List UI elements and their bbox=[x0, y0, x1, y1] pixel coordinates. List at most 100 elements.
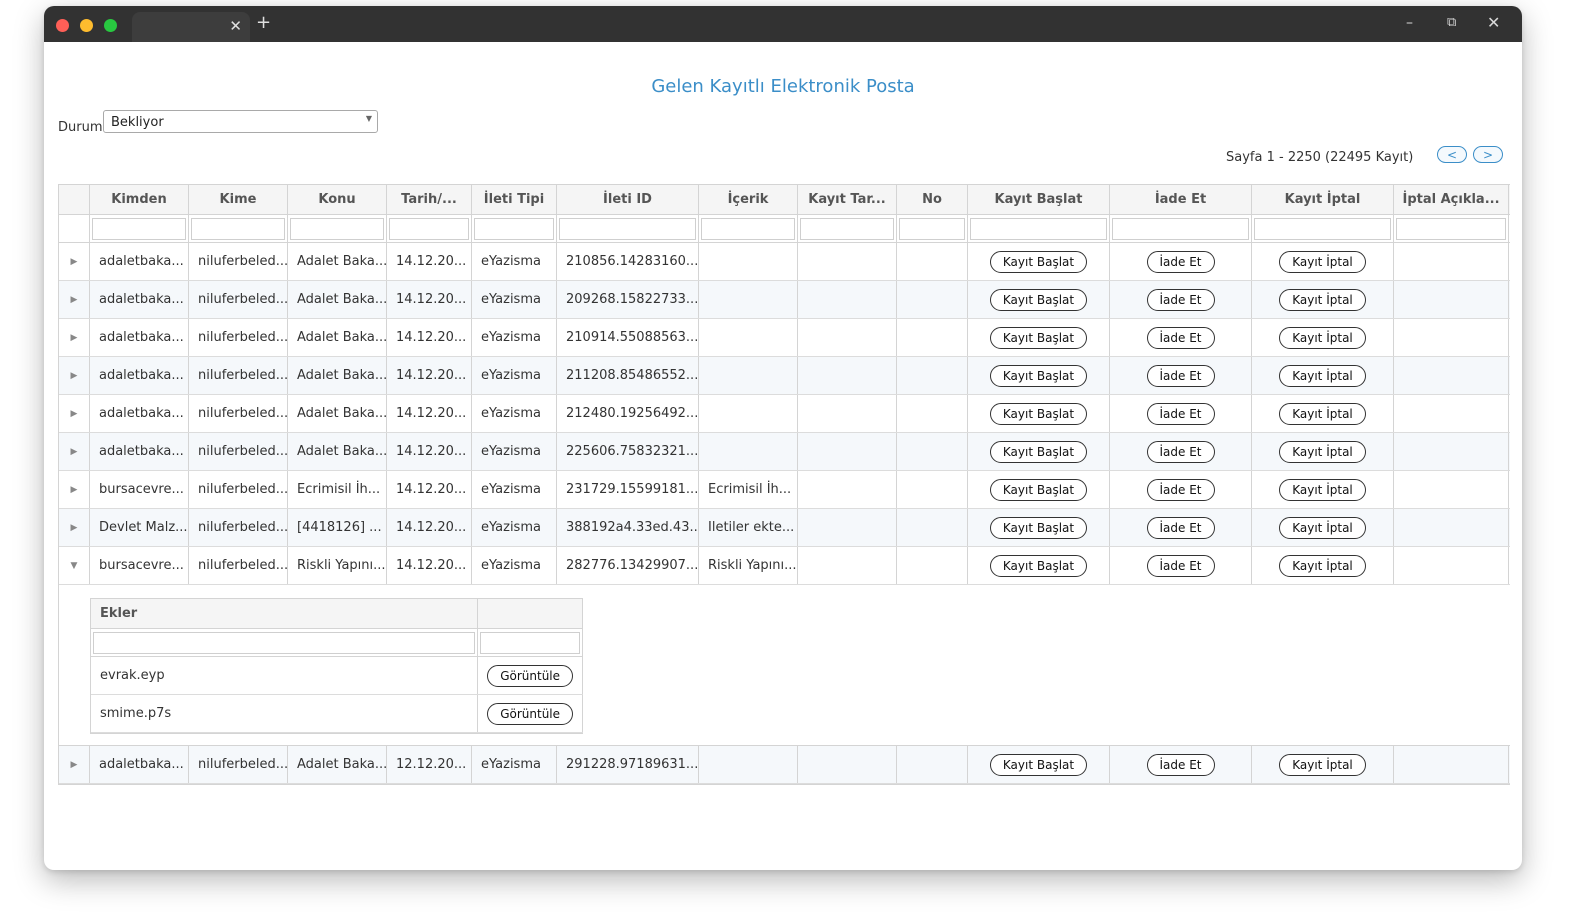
return-button[interactable]: İade Et bbox=[1146, 554, 1215, 577]
start-recording-button[interactable]: Kayıt Başlat bbox=[989, 554, 1088, 577]
table-row[interactable]: ▶ bursacevre... niluferbeled... Ecrimisil İ… bbox=[59, 471, 1510, 509]
close-icon[interactable]: ✕ bbox=[1487, 14, 1500, 32]
column-header[interactable]: Kimden bbox=[90, 185, 189, 214]
expand-arrow-icon[interactable]: ▶ bbox=[59, 509, 90, 546]
table-row[interactable]: ▶ adaletbaka... niluferbeled... Adalet Baka… bbox=[59, 746, 1510, 784]
column-filter-input[interactable] bbox=[290, 217, 384, 240]
column-header[interactable]: Kayıt İptal bbox=[1252, 185, 1394, 214]
start-recording-button[interactable]: Kayıt Başlat bbox=[989, 516, 1088, 539]
column-filter-input[interactable] bbox=[92, 217, 186, 240]
table-row[interactable]: ▶ adaletbaka... niluferbeled... Adalet Baka… bbox=[59, 433, 1510, 471]
expand-arrow-icon[interactable]: ▶ bbox=[59, 471, 90, 508]
expand-arrow-icon[interactable]: ▶ bbox=[59, 243, 90, 280]
view-attachment-button[interactable]: Görüntüle bbox=[487, 702, 574, 725]
prev-page-button[interactable]: < bbox=[1437, 146, 1467, 163]
cancel-recording-button[interactable]: Kayıt İptal bbox=[1279, 364, 1366, 387]
return-button[interactable]: İade Et bbox=[1146, 753, 1215, 776]
return-button[interactable]: İade Et bbox=[1146, 326, 1215, 349]
column-filter-input[interactable] bbox=[389, 217, 469, 240]
cancel-recording-button[interactable]: Kayıt İptal bbox=[1279, 440, 1366, 463]
return-button[interactable]: İade Et bbox=[1146, 516, 1215, 539]
collapse-arrow-icon[interactable]: ▼ bbox=[59, 547, 90, 584]
column-header[interactable]: No bbox=[897, 185, 968, 214]
start-recording-button[interactable]: Kayıt Başlat bbox=[989, 364, 1088, 387]
column-header[interactable]: İleti Tipi bbox=[472, 185, 557, 214]
tab-close-icon[interactable]: ✕ bbox=[229, 17, 242, 35]
return-button[interactable]: İade Et bbox=[1146, 440, 1215, 463]
column-filter-input[interactable] bbox=[800, 217, 894, 240]
cancel-recording-button[interactable]: Kayıt İptal bbox=[1279, 326, 1366, 349]
column-header[interactable]: Kayıt Başlat bbox=[968, 185, 1110, 214]
new-tab-icon[interactable]: + bbox=[256, 14, 271, 32]
cancel-recording-button[interactable]: Kayıt İptal bbox=[1279, 516, 1366, 539]
column-header[interactable]: İçerik bbox=[699, 185, 798, 214]
cell-start-recording: Kayıt Başlat bbox=[968, 281, 1110, 318]
column-header[interactable]: İade Et bbox=[1110, 185, 1252, 214]
cancel-recording-button[interactable]: Kayıt İptal bbox=[1279, 402, 1366, 425]
start-recording-button[interactable]: Kayıt Başlat bbox=[989, 478, 1088, 501]
column-header[interactable]: Tarih/... bbox=[387, 185, 472, 214]
minimize-icon[interactable]: – bbox=[1406, 14, 1413, 32]
table-row[interactable]: ▶ adaletbaka... niluferbeled... Adalet Baka… bbox=[59, 357, 1510, 395]
cell-konu: Adalet Baka... bbox=[288, 357, 387, 394]
start-recording-button[interactable]: Kayıt Başlat bbox=[989, 326, 1088, 349]
column-filter-input[interactable] bbox=[970, 217, 1107, 240]
start-recording-button[interactable]: Kayıt Başlat bbox=[989, 753, 1088, 776]
attachment-row[interactable]: smime.p7s Görüntüle bbox=[91, 695, 583, 733]
attachment-row[interactable]: evrak.eyp Görüntüle bbox=[91, 657, 583, 695]
next-page-button[interactable]: > bbox=[1473, 146, 1503, 163]
column-header[interactable]: Konu bbox=[288, 185, 387, 214]
cell-kayit-tar bbox=[798, 433, 897, 470]
expand-arrow-icon[interactable]: ▶ bbox=[59, 746, 90, 783]
table-row[interactable]: ▼ bursacevre... niluferbeled... Riskli Yapı… bbox=[59, 547, 1510, 585]
return-button[interactable]: İade Et bbox=[1146, 478, 1215, 501]
column-header[interactable]: Kayıt Tar... bbox=[798, 185, 897, 214]
column-header[interactable]: İleti ID bbox=[557, 185, 699, 214]
column-filter-input[interactable] bbox=[899, 217, 965, 240]
status-filter-select[interactable]: Bekliyor ▼ bbox=[103, 110, 378, 133]
expand-arrow-icon[interactable]: ▶ bbox=[59, 319, 90, 356]
view-attachment-button[interactable]: Görüntüle bbox=[487, 664, 574, 687]
browser-tab[interactable]: ✕ bbox=[132, 12, 250, 42]
restore-icon[interactable]: ⧉ bbox=[1447, 14, 1456, 32]
expand-arrow-icon[interactable]: ▶ bbox=[59, 357, 90, 394]
attachments-column-header[interactable]: Ekler bbox=[91, 599, 479, 628]
cancel-recording-button[interactable]: Kayıt İptal bbox=[1279, 288, 1366, 311]
expand-arrow-icon[interactable]: ▶ bbox=[59, 281, 90, 318]
expand-arrow-icon[interactable]: ▶ bbox=[59, 433, 90, 470]
cancel-recording-button[interactable]: Kayıt İptal bbox=[1279, 250, 1366, 273]
table-row[interactable]: ▶ adaletbaka... niluferbeled... Adalet Baka… bbox=[59, 395, 1510, 433]
start-recording-button[interactable]: Kayıt Başlat bbox=[989, 402, 1088, 425]
table-row[interactable]: ▶ Devlet Malz... niluferbeled... [4418126] … bbox=[59, 509, 1510, 547]
start-recording-button[interactable]: Kayıt Başlat bbox=[989, 288, 1088, 311]
return-button[interactable]: İade Et bbox=[1146, 402, 1215, 425]
cell-tip: eYazisma bbox=[472, 471, 557, 508]
attachment-filter-input[interactable] bbox=[93, 631, 476, 654]
column-filter-input[interactable] bbox=[1112, 217, 1249, 240]
column-filter-input[interactable] bbox=[1396, 217, 1506, 240]
column-filter-input[interactable] bbox=[701, 217, 795, 240]
table-row[interactable]: ▶ adaletbaka... niluferbeled... Adalet Baka… bbox=[59, 281, 1510, 319]
return-button[interactable]: İade Et bbox=[1146, 250, 1215, 273]
table-row[interactable]: ▶ adaletbaka... niluferbeled... Adalet Baka… bbox=[59, 243, 1510, 281]
column-filter-input[interactable] bbox=[1254, 217, 1391, 240]
minimize-window-dot[interactable] bbox=[80, 19, 93, 32]
column-header[interactable]: İptal Açıkla... bbox=[1394, 185, 1509, 214]
column-filter-input[interactable] bbox=[559, 217, 696, 240]
attachments-column-header[interactable] bbox=[478, 599, 583, 628]
close-window-dot[interactable] bbox=[56, 19, 69, 32]
cancel-recording-button[interactable]: Kayıt İptal bbox=[1279, 753, 1366, 776]
attachment-filter-input[interactable] bbox=[480, 631, 580, 654]
column-filter-input[interactable] bbox=[191, 217, 285, 240]
table-row[interactable]: ▶ adaletbaka... niluferbeled... Adalet Baka… bbox=[59, 319, 1510, 357]
zoom-window-dot[interactable] bbox=[104, 19, 117, 32]
start-recording-button[interactable]: Kayıt Başlat bbox=[989, 250, 1088, 273]
expand-arrow-icon[interactable]: ▶ bbox=[59, 395, 90, 432]
cancel-recording-button[interactable]: Kayıt İptal bbox=[1279, 478, 1366, 501]
cancel-recording-button[interactable]: Kayıt İptal bbox=[1279, 554, 1366, 577]
start-recording-button[interactable]: Kayıt Başlat bbox=[989, 440, 1088, 463]
return-button[interactable]: İade Et bbox=[1146, 288, 1215, 311]
return-button[interactable]: İade Et bbox=[1146, 364, 1215, 387]
column-filter-input[interactable] bbox=[474, 217, 554, 240]
column-header[interactable]: Kime bbox=[189, 185, 288, 214]
